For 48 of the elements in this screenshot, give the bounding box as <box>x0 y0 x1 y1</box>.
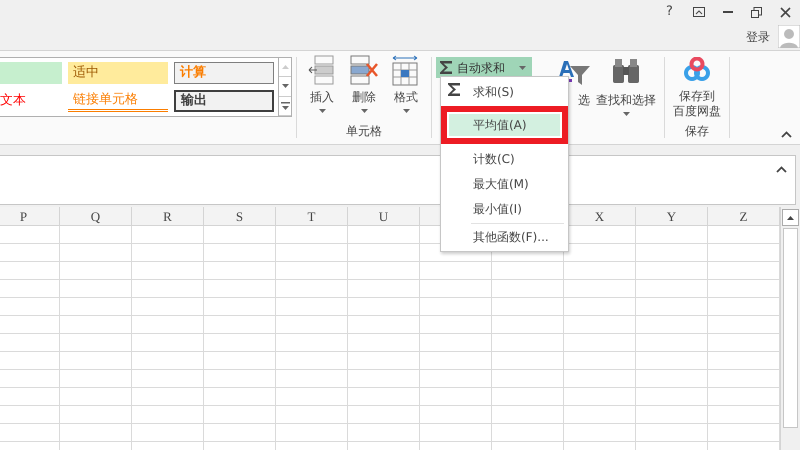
menu-item[interactable]: 平均值(A) <box>449 114 560 136</box>
cell-style[interactable]: 输出 <box>174 90 274 112</box>
find-select-button[interactable]: 查找和选择 <box>592 57 660 116</box>
minimize-icon <box>722 11 732 13</box>
ribbon-display-icon <box>692 7 704 17</box>
cell-style[interactable]: 文本 <box>0 90 62 112</box>
column-header[interactable]: Y <box>636 207 708 225</box>
scroll-down-icon[interactable] <box>282 84 288 88</box>
expand-gallery-icon[interactable] <box>280 102 290 110</box>
sign-in-link[interactable]: 登录 <box>746 28 770 46</box>
column-header[interactable]: R <box>132 207 204 225</box>
cloud-rings-icon <box>683 57 711 83</box>
collapse-icon[interactable] <box>776 166 787 173</box>
column-header[interactable]: Q <box>60 207 132 225</box>
menu-item[interactable]: 最大值(M) <box>441 171 568 196</box>
group-label: 单元格 <box>346 123 382 140</box>
caret-icon <box>318 109 326 113</box>
caret-icon <box>519 66 526 70</box>
column-header[interactable]: S <box>204 207 276 225</box>
collapse-ribbon-icon[interactable] <box>781 131 792 138</box>
sort-filter-icon <box>558 59 590 87</box>
column-header[interactable]: U <box>348 207 420 225</box>
caret-icon <box>360 109 368 113</box>
binoculars-icon <box>611 57 641 85</box>
save-to-cloud-button[interactable]: 保存到 百度网盘 <box>669 51 725 119</box>
delete-cells-icon <box>349 55 379 86</box>
autosum-button[interactable]: 自动求和 <box>436 57 532 78</box>
caret-icon <box>622 112 630 116</box>
ribbon-button[interactable]: 格式 <box>387 51 425 113</box>
up-arrow-icon <box>787 216 794 220</box>
cell-style[interactable]: 适中 <box>68 62 168 84</box>
sigma-icon <box>447 82 461 97</box>
menu-item[interactable]: 其他函数(F)... <box>441 224 568 249</box>
column-header[interactable]: P <box>0 207 60 225</box>
ribbon-button[interactable]: 插入 <box>303 51 341 113</box>
scroll-up-button[interactable] <box>782 209 799 226</box>
caret-icon <box>402 109 410 113</box>
ribbon-button[interactable]: 删除 <box>345 51 383 113</box>
cell-grid[interactable] <box>0 226 780 450</box>
close-icon <box>780 6 791 18</box>
cell-style[interactable] <box>0 62 62 84</box>
restore-icon <box>751 6 762 18</box>
group-label: 保存 <box>685 123 709 140</box>
sigma-icon <box>439 60 453 75</box>
column-header[interactable]: T <box>276 207 348 225</box>
scroll-thumb[interactable] <box>783 228 798 428</box>
menu-item[interactable]: 计数(C) <box>441 146 568 171</box>
help-button[interactable]: ? <box>655 2 684 22</box>
